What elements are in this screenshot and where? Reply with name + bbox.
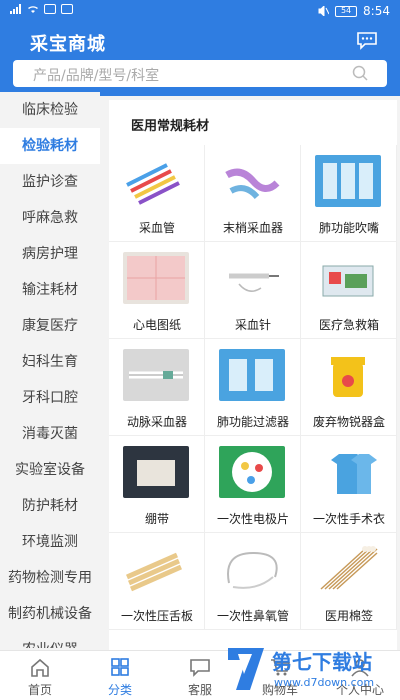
watermark: 第七下载站 www.d7down.com xyxy=(210,640,400,700)
status-bar: 54 8:54 xyxy=(0,0,400,22)
product-label: 医疗急救箱 xyxy=(318,318,379,332)
tab-label: 首页 xyxy=(27,683,52,697)
sidebar-item[interactable]: 实验室设备 xyxy=(0,452,100,488)
product-label: 一次性手术衣 xyxy=(312,512,385,526)
product-label: 肺功能吹嘴 xyxy=(318,221,379,235)
sidebar-item[interactable]: 妇科生育 xyxy=(0,344,100,380)
product-item[interactable]: 废弃物锐器盒 xyxy=(301,339,397,436)
product-image xyxy=(123,155,189,207)
sidebar-item[interactable]: 消毒灭菌 xyxy=(0,416,100,452)
sidebar-item[interactable]: 临床检验 xyxy=(0,92,100,128)
product-label: 一次性鼻氧管 xyxy=(216,609,289,623)
battery-level: 54 xyxy=(340,5,352,15)
section-title: 医用常规耗材 xyxy=(131,119,210,134)
product-item[interactable]: 心电图纸 xyxy=(109,242,205,339)
sidebar-item[interactable]: 康复医疗 xyxy=(0,308,100,344)
category-sidebar: 临床检验 检验耗材 监护诊查 呼麻急救 病房护理 输注耗材 康复医疗 妇科生育 牙科口腔 消毒灭菌… xyxy=(0,92,100,648)
sidebar-item[interactable]: 环境监测 xyxy=(0,524,100,560)
product-label: 肺功能过滤器 xyxy=(216,415,289,429)
customer-service-icon xyxy=(190,659,210,677)
tab-category[interactable]: 分类 xyxy=(80,651,160,700)
product-label: 采血管 xyxy=(138,221,175,235)
product-image xyxy=(315,155,381,207)
message-icon[interactable] xyxy=(356,30,378,50)
product-image xyxy=(219,252,285,304)
app-root: { "status_bar": { "time": "8:54", "batte… xyxy=(0,0,400,700)
product-image xyxy=(315,446,381,498)
product-item[interactable]: 肺功能过滤器 xyxy=(205,339,301,436)
product-label: 绷带 xyxy=(144,512,169,526)
search-placeholder: 产品/品牌/型号/科室 xyxy=(33,68,160,84)
product-label: 心电图纸 xyxy=(132,318,181,332)
clock: 8:54 xyxy=(363,4,390,18)
home-icon xyxy=(31,658,49,677)
product-label: 医用棉签 xyxy=(324,609,373,623)
search-icon[interactable] xyxy=(352,65,369,82)
sidebar-item[interactable]: 病房护理 xyxy=(0,236,100,272)
sidebar-item[interactable]: 农业仪器 xyxy=(0,632,100,648)
product-item[interactable]: 动脉采血器 xyxy=(109,339,205,436)
product-label: 废弃物锐器盒 xyxy=(312,415,385,429)
sidebar-item[interactable]: 输注耗材 xyxy=(0,272,100,308)
header: 采宝商城 xyxy=(0,26,400,56)
notification-icon xyxy=(44,4,56,14)
tab-home[interactable]: 首页 xyxy=(0,651,80,700)
product-image xyxy=(219,155,285,207)
sidebar-item[interactable]: 药物检测专用 xyxy=(0,560,100,596)
top-bar: 54 8:54 采宝商城 产品/品牌/型号/科室 xyxy=(0,0,400,96)
tab-label: 分类 xyxy=(107,683,132,697)
battery-icon: 54 xyxy=(335,5,358,17)
product-image xyxy=(219,446,285,498)
product-item[interactable]: 肺功能吹嘴 xyxy=(301,145,397,242)
search-input[interactable]: 产品/品牌/型号/科室 xyxy=(13,60,387,87)
sidebar-item[interactable]: 检验耗材 xyxy=(0,128,100,164)
sidebar-item[interactable]: 制药机械设备 xyxy=(0,596,100,632)
product-image xyxy=(315,349,381,401)
product-image xyxy=(123,349,189,401)
product-item[interactable]: 绷带 xyxy=(109,436,205,533)
product-image xyxy=(123,446,189,498)
product-image xyxy=(219,543,285,595)
sidebar-item[interactable]: 防护耗材 xyxy=(0,488,100,524)
sidebar-item[interactable]: 监护诊查 xyxy=(0,164,100,200)
product-item[interactable]: 一次性电极片 xyxy=(205,436,301,533)
sidebar-item[interactable]: 呼麻急救 xyxy=(0,200,100,236)
signal-icon xyxy=(10,4,21,14)
brand-title: 采宝商城 xyxy=(30,34,106,55)
watermark-text: 第七下载站 xyxy=(272,650,372,674)
watermark-url: www.d7down.com xyxy=(274,676,375,689)
product-image xyxy=(219,349,285,401)
product-item[interactable]: 一次性手术衣 xyxy=(301,436,397,533)
product-item[interactable]: 一次性压舌板 xyxy=(109,533,205,630)
category-icon xyxy=(111,658,129,676)
product-item[interactable]: 采血管 xyxy=(109,145,205,242)
app-notification-icon xyxy=(61,4,73,14)
product-panel: 医用常规耗材 采血管 末梢采血器 肺功能吹嘴心电图纸 采血针 医疗急救箱动脉采血器 肺功能… xyxy=(109,100,397,650)
product-item[interactable]: 一次性鼻氧管 xyxy=(205,533,301,630)
watermark-logo xyxy=(228,648,264,690)
product-image xyxy=(123,252,189,304)
sidebar-item[interactable]: 牙科口腔 xyxy=(0,380,100,416)
product-item[interactable]: 医疗急救箱 xyxy=(301,242,397,339)
product-image xyxy=(123,543,189,595)
mute-icon xyxy=(318,6,330,16)
product-image xyxy=(315,543,381,595)
product-item[interactable]: 采血针 xyxy=(205,242,301,339)
product-label: 动脉采血器 xyxy=(126,415,187,429)
product-image xyxy=(315,252,381,304)
product-label: 一次性压舌板 xyxy=(120,609,193,623)
product-label: 末梢采血器 xyxy=(222,221,283,235)
product-item[interactable]: 末梢采血器 xyxy=(205,145,301,242)
product-label: 一次性电极片 xyxy=(216,512,289,526)
wifi-icon xyxy=(28,6,38,13)
product-label: 采血针 xyxy=(234,318,271,332)
product-item[interactable]: 医用棉签 xyxy=(301,533,397,630)
